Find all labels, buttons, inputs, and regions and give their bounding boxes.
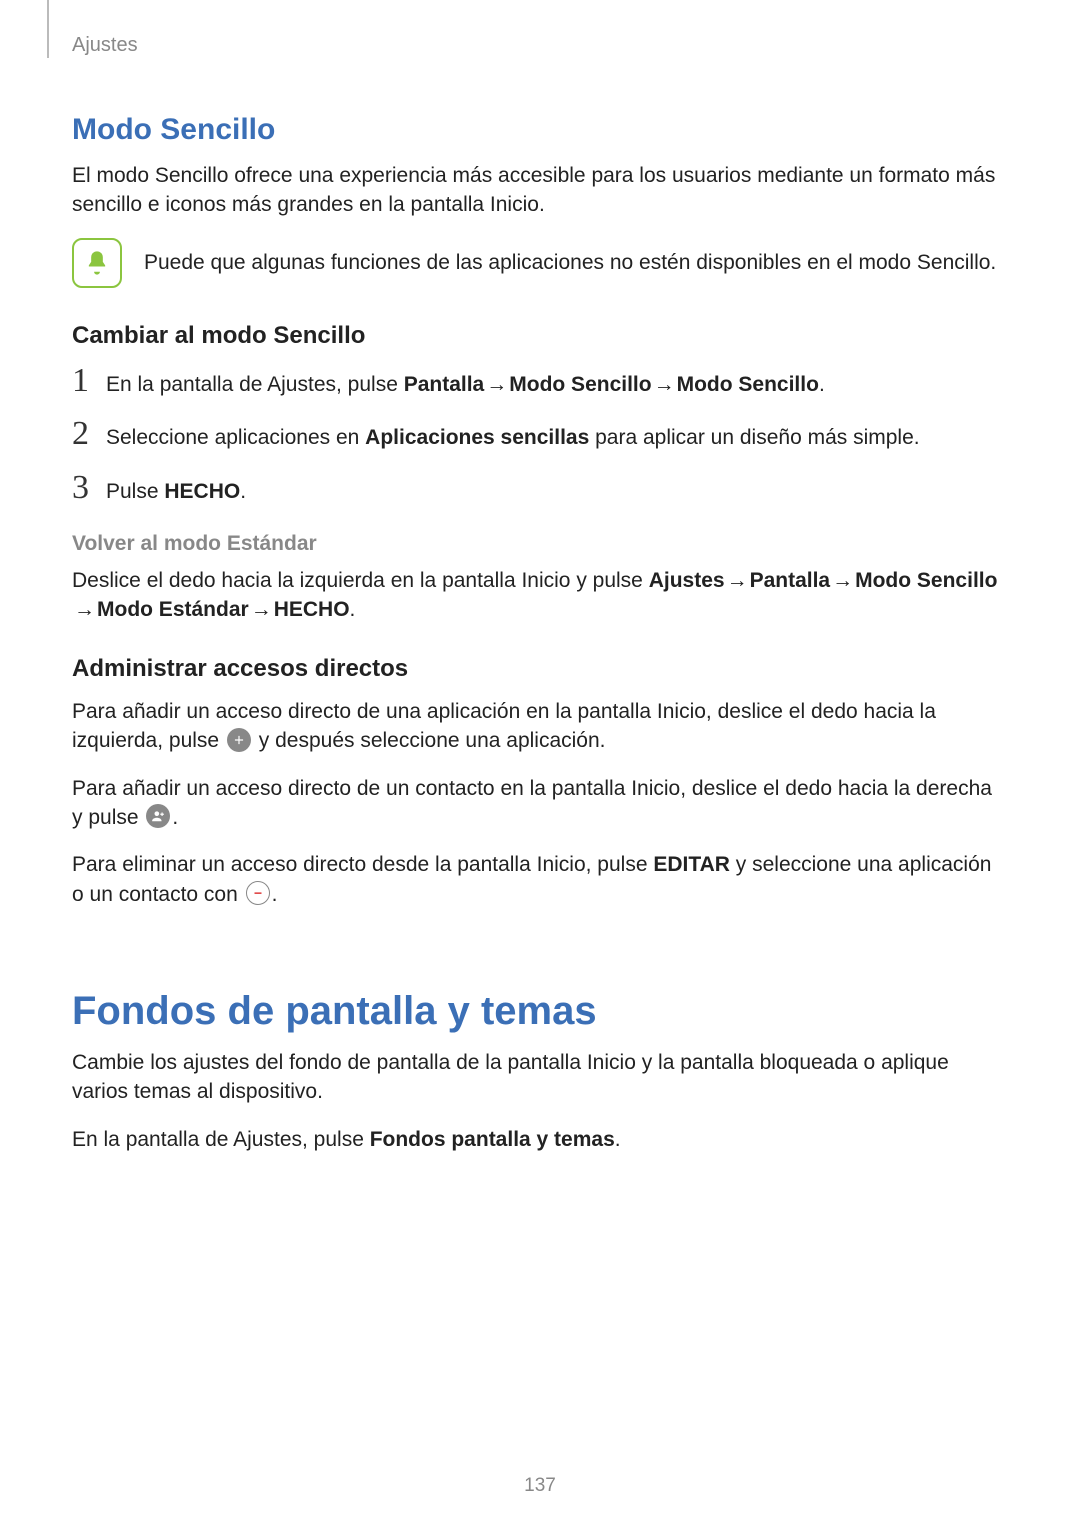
- text: Seleccione aplicaciones en: [106, 426, 365, 449]
- page-number: 137: [0, 1475, 1080, 1497]
- text: .: [240, 480, 246, 503]
- step-number: 3: [72, 471, 106, 505]
- paragraph-shortcut-app: Para añadir un acceso directo de una apl…: [72, 697, 1008, 756]
- arrow: →: [249, 595, 274, 624]
- breadcrumb: Ajustes: [72, 34, 1008, 57]
- paragraph-shortcut-contact: Para añadir un acceso directo de un cont…: [72, 774, 1008, 833]
- arrow: →: [484, 370, 509, 399]
- bell-icon: [72, 238, 122, 288]
- text: para aplicar un diseño más simple.: [589, 426, 919, 449]
- text: Para añadir un acceso directo de un cont…: [72, 777, 992, 829]
- step-text: Pulse HECHO.: [106, 477, 246, 506]
- bold-text: Modo Estándar: [97, 598, 249, 621]
- text: y después seleccione una aplicación.: [253, 729, 606, 752]
- text: En la pantalla de Ajustes, pulse: [72, 1128, 370, 1151]
- paragraph-fondos-2: En la pantalla de Ajustes, pulse Fondos …: [72, 1125, 1008, 1154]
- step-text: En la pantalla de Ajustes, pulse Pantall…: [106, 370, 825, 399]
- bold-text: Pantalla: [750, 569, 831, 592]
- bold-text: Fondos pantalla y temas: [370, 1128, 615, 1151]
- step-text: Seleccione aplicaciones en Aplicaciones …: [106, 423, 920, 452]
- bold-text: Ajustes: [649, 569, 725, 592]
- paragraph-volver: Deslice el dedo hacia la izquierda en la…: [72, 566, 1008, 625]
- text: Para eliminar un acceso directo desde la…: [72, 853, 653, 876]
- text: .: [350, 598, 356, 621]
- subheading-volver: Volver al modo Estándar: [72, 532, 1008, 556]
- subheading-cambiar: Cambiar al modo Sencillo: [72, 322, 1008, 350]
- paragraph-fondos-1: Cambie los ajustes del fondo de pantalla…: [72, 1048, 1008, 1107]
- minus-circle-icon: [246, 881, 270, 905]
- step-2: 2 Seleccione aplicaciones en Aplicacione…: [72, 417, 1008, 452]
- bold-text: Modo Sencillo: [855, 569, 997, 592]
- text: .: [172, 806, 178, 829]
- step-number: 2: [72, 417, 106, 451]
- text: .: [819, 373, 825, 396]
- intro-paragraph: El modo Sencillo ofrece una experiencia …: [72, 161, 1008, 220]
- page: Ajustes Modo Sencillo El modo Sencillo o…: [0, 0, 1080, 1527]
- text: .: [615, 1128, 621, 1151]
- arrow: →: [830, 566, 855, 595]
- note-callout: Puede que algunas funciones de las aplic…: [72, 238, 1008, 288]
- bold-text: Modo Sencillo: [677, 373, 819, 396]
- text: Deslice el dedo hacia la izquierda en la…: [72, 569, 649, 592]
- text: Pulse: [106, 480, 164, 503]
- text: .: [272, 883, 278, 906]
- bold-text: Aplicaciones sencillas: [365, 426, 589, 449]
- bold-text: Pantalla: [404, 373, 485, 396]
- bold-text: HECHO: [274, 598, 350, 621]
- arrow: →: [652, 370, 677, 399]
- bold-text: EDITAR: [653, 853, 730, 876]
- arrow: →: [72, 595, 97, 624]
- section-title-fondos: Fondos de pantalla y temas: [72, 989, 1008, 1034]
- step-number: 1: [72, 364, 106, 398]
- note-text: Puede que algunas funciones de las aplic…: [144, 248, 996, 277]
- bold-text: Modo Sencillo: [509, 373, 651, 396]
- plus-circle-icon: [227, 728, 251, 752]
- text: En la pantalla de Ajustes, pulse: [106, 373, 404, 396]
- add-contact-icon: [146, 804, 170, 828]
- step-1: 1 En la pantalla de Ajustes, pulse Panta…: [72, 364, 1008, 399]
- arrow: →: [725, 566, 750, 595]
- header-rule: [47, 0, 49, 58]
- paragraph-shortcut-remove: Para eliminar un acceso directo desde la…: [72, 850, 1008, 909]
- section-title-modo-sencillo: Modo Sencillo: [72, 113, 1008, 147]
- step-3: 3 Pulse HECHO.: [72, 471, 1008, 506]
- bold-text: HECHO: [164, 480, 240, 503]
- subheading-administrar: Administrar accesos directos: [72, 655, 1008, 683]
